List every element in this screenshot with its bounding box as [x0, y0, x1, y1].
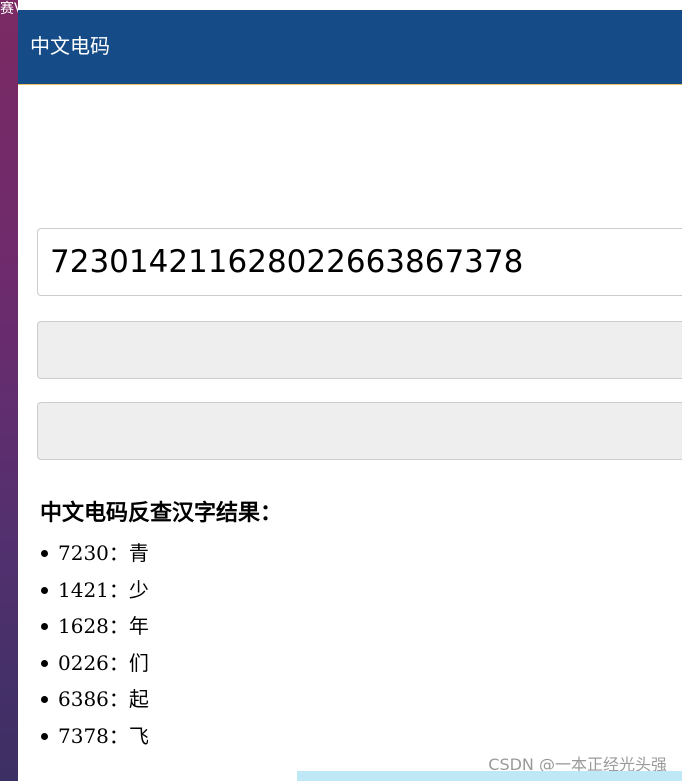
- result-item-label: 1421：少: [58, 577, 149, 602]
- window-top-gap: [18, 0, 682, 10]
- bullet-icon: [41, 696, 48, 703]
- result-item-label: 7230：青: [58, 541, 149, 565]
- result-item-label: 7378：飞: [58, 723, 149, 748]
- page-title[interactable]: 中文电码: [30, 34, 110, 58]
- result-item-label: 6386：起: [58, 687, 149, 711]
- bullet-icon: [41, 550, 48, 557]
- desktop-background: 赛V: [0, 0, 18, 781]
- result-item: 0226：们: [38, 645, 149, 682]
- code-input[interactable]: [37, 228, 682, 296]
- result-heading: 中文电码反查汉字结果：: [40, 500, 283, 526]
- result-item-label: 1628：年: [58, 614, 149, 638]
- bullet-icon: [41, 732, 48, 740]
- result-item-label: 0226：们: [58, 650, 149, 675]
- desktop-edge-text: 赛V: [0, 1, 18, 17]
- result-item: 7230：青: [38, 535, 149, 572]
- page-header: 中文电码: [18, 10, 682, 85]
- result-item: 1628：年: [38, 608, 149, 645]
- bullet-icon: [41, 586, 48, 594]
- bottom-strip: [297, 771, 682, 781]
- result-item: 6386：起: [38, 681, 149, 718]
- tertiary-input[interactable]: [37, 402, 682, 460]
- result-item: 7378：飞: [38, 718, 149, 755]
- result-item: 1421：少: [38, 572, 149, 609]
- bullet-icon: [41, 659, 48, 667]
- result-list: 7230：青 1421：少 1628：年 0226：们 6386：起 7378：…: [38, 535, 149, 754]
- secondary-input[interactable]: [37, 321, 682, 379]
- browser-window: 中文电码 中文电码反查汉字结果： 7230：青 1421：少 1628：年 02…: [18, 10, 682, 781]
- bullet-icon: [41, 623, 48, 630]
